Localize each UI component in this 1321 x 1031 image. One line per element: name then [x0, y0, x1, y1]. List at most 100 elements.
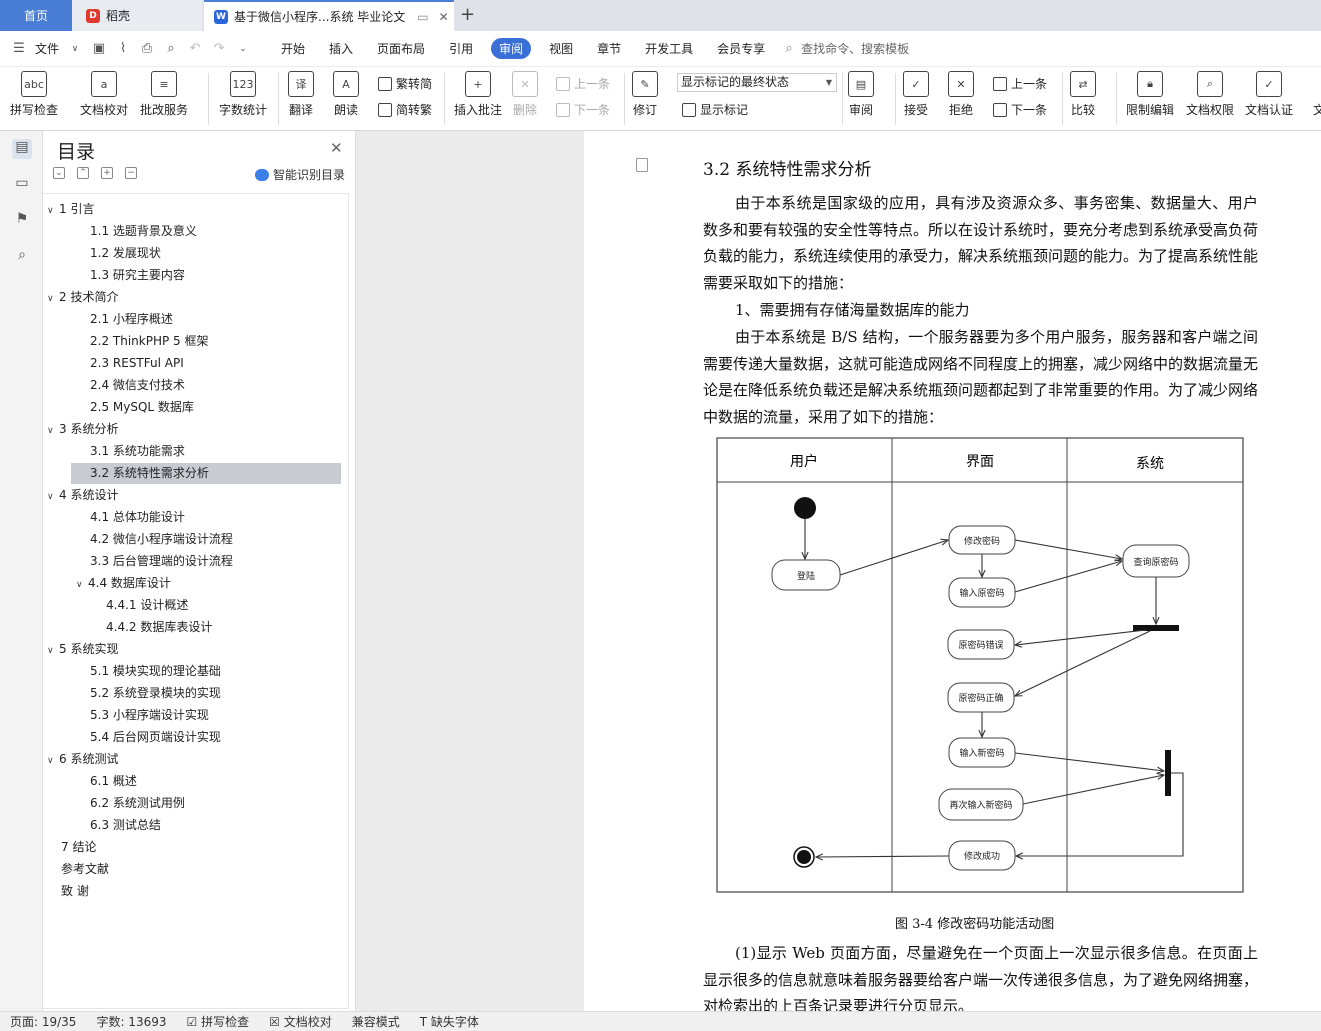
- chevron-down-icon[interactable]: ∨: [47, 289, 59, 310]
- toc-item[interactable]: 2.4 微信支付技术: [90, 375, 185, 396]
- reject-button[interactable]: ✕ 拒绝: [948, 71, 974, 118]
- toc-item[interactable]: 2.1 小程序概述: [90, 309, 173, 330]
- chevron-down-icon[interactable]: ∨: [47, 641, 59, 662]
- redo-icon[interactable]: ↷: [210, 41, 228, 56]
- toc-item[interactable]: 2.5 MySQL 数据库: [90, 397, 194, 418]
- compare-button[interactable]: ⇄ 比较: [1070, 71, 1096, 118]
- expand-up-icon[interactable]: ⌃: [77, 167, 89, 179]
- page-options-icon[interactable]: [636, 158, 648, 172]
- toc-pane-icon[interactable]: ▤: [12, 139, 32, 159]
- toc-item[interactable]: ∨ 4.4 数据库设计: [76, 573, 171, 594]
- window-icon[interactable]: ▭: [417, 10, 428, 24]
- undo-icon[interactable]: ↶: [186, 41, 204, 56]
- customize-icon[interactable]: ⌄: [234, 44, 252, 54]
- menu-layout[interactable]: 页面布局: [365, 40, 437, 57]
- toc-item[interactable]: 1.2 发展现状: [90, 243, 161, 264]
- chevron-down-icon[interactable]: ∨: [47, 487, 59, 508]
- trad-to-simp-button[interactable]: 繁转简: [378, 75, 432, 92]
- review-pane-button[interactable]: ▤ 审阅: [848, 71, 874, 118]
- print-preview-icon[interactable]: ⌕: [162, 41, 180, 56]
- simp-to-trad-button[interactable]: 简转繁: [378, 101, 432, 118]
- tab-home[interactable]: 首页: [0, 0, 72, 31]
- restrict-edit-button[interactable]: 🔒︎ 限制编辑: [1126, 71, 1174, 118]
- chevron-down-icon[interactable]: ∨: [47, 751, 59, 772]
- paragraph[interactable]: 由于本系统是国家级的应用，具有涉及资源众多、事务密集、数据量大、用户数多和要有较…: [703, 190, 1258, 296]
- toc-item[interactable]: 5.4 后台网页端设计实现: [90, 727, 221, 748]
- toc-item[interactable]: ∨ 3 系统分析: [47, 419, 118, 440]
- proofread-button[interactable]: a 文档校对: [80, 71, 128, 118]
- word-count-indicator[interactable]: 字数: 13693: [86, 1013, 176, 1030]
- chevron-down-icon[interactable]: ∨: [66, 44, 84, 54]
- toc-item[interactable]: 5.1 模块实现的理论基础: [90, 661, 221, 682]
- toc-item[interactable]: 3.2 系统特性需求分析: [71, 463, 341, 484]
- delete-comment-button[interactable]: ✕ 删除: [512, 71, 538, 118]
- proofread-status[interactable]: ☒ 文档校对: [259, 1013, 342, 1030]
- toc-item[interactable]: ∨ 5 系统实现: [47, 639, 118, 660]
- accept-button[interactable]: ✓ 接受: [903, 71, 929, 118]
- next-comment-button[interactable]: 下一条: [556, 101, 610, 118]
- toc-item[interactable]: 4.4.1 设计概述: [106, 595, 188, 616]
- save-icon[interactable]: ▣: [90, 41, 108, 56]
- spell-check-button[interactable]: abc 拼写检查: [10, 71, 58, 118]
- translate-button[interactable]: 译翻译: [288, 71, 314, 118]
- menu-start[interactable]: 开始: [269, 40, 317, 57]
- prev-change-button[interactable]: 上一条: [993, 75, 1047, 92]
- toc-item[interactable]: 4.1 总体功能设计: [90, 507, 185, 528]
- hamburger-icon[interactable]: ☰: [10, 41, 28, 56]
- toc-item[interactable]: 5.3 小程序端设计实现: [90, 705, 209, 726]
- toc-item[interactable]: 致 谢: [61, 881, 89, 902]
- section-heading[interactable]: 3.2 系统特性需求分析: [703, 155, 871, 180]
- toc-item[interactable]: 4.4.2 数据库表设计: [106, 617, 212, 638]
- toc-item[interactable]: 1.3 研究主要内容: [90, 265, 185, 286]
- toc-item[interactable]: 4.2 微信小程序端设计流程: [90, 529, 233, 550]
- toc-item[interactable]: 1.1 选题背景及意义: [90, 221, 197, 242]
- bookmark-icon[interactable]: ⚑: [12, 211, 32, 231]
- correction-service-button[interactable]: ≡ 批改服务: [140, 71, 188, 118]
- menu-view[interactable]: 视图: [537, 40, 585, 57]
- toc-item[interactable]: 6.2 系统测试用例: [90, 793, 185, 814]
- chevron-down-icon[interactable]: ∨: [47, 201, 59, 222]
- close-icon[interactable]: ✕: [439, 10, 449, 24]
- chevron-down-icon[interactable]: ∨: [76, 575, 88, 596]
- show-markup-button[interactable]: 显示标记: [682, 101, 748, 118]
- search-icon[interactable]: ⌕: [12, 247, 32, 267]
- markup-select[interactable]: 显示标记的最终状态 ▼: [677, 73, 837, 92]
- toc-item[interactable]: ∨ 4 系统设计: [47, 485, 118, 506]
- toc-item[interactable]: 6.1 概述: [90, 771, 137, 792]
- tab-document[interactable]: W 基于微信小程序...系统 毕业论文 ▭ ✕: [204, 0, 454, 31]
- print-icon[interactable]: ⎙: [138, 41, 156, 56]
- paragraph[interactable]: 由于本系统是 B/S 结构，一个服务器要为多个用户服务，服务器和客户端之间需要传…: [703, 324, 1258, 430]
- menu-reference[interactable]: 引用: [437, 40, 485, 57]
- prev-comment-button[interactable]: 上一条: [556, 75, 610, 92]
- toc-item[interactable]: 6.3 测试总结: [90, 815, 161, 836]
- chevron-down-icon[interactable]: ∨: [47, 421, 59, 442]
- menu-member[interactable]: 会员专享: [705, 40, 777, 57]
- menu-review[interactable]: 审阅: [491, 38, 532, 59]
- paragraph[interactable]: (1)显示 Web 页面方面，尽量避免在一个页面上一次显示很多信息。在页面上显示…: [703, 940, 1258, 1011]
- remove-heading-icon[interactable]: −: [125, 167, 137, 179]
- toc-item[interactable]: 参考文献: [61, 859, 109, 880]
- toc-item[interactable]: 2.3 RESTFul API: [90, 353, 184, 374]
- doc-rights-button[interactable]: ⌕ 文档权限: [1186, 71, 1234, 118]
- spell-check-status[interactable]: ☑ 拼写检查: [177, 1013, 260, 1030]
- page-indicator[interactable]: 页面: 19/35: [0, 1013, 86, 1030]
- insert-comment-button[interactable]: + 插入批注: [454, 71, 502, 118]
- track-changes-button[interactable]: ✎ 修订: [632, 71, 658, 118]
- menu-dev-tools[interactable]: 开发工具: [633, 40, 705, 57]
- toc-item[interactable]: 7 结论: [61, 837, 96, 858]
- toc-item[interactable]: 5.2 系统登录模块的实现: [90, 683, 221, 704]
- toc-item[interactable]: 3.1 系统功能需求: [90, 441, 185, 462]
- activity-diagram[interactable]: 用户 界面 系统 登陆 修改密码 输入原密码 查询原密码 原密码错误 原密码正确…: [716, 437, 1244, 893]
- menu-file[interactable]: 文件: [31, 40, 63, 57]
- toc-item[interactable]: ∨ 2 技术简介: [47, 287, 118, 308]
- more-button[interactable]: 文: [1306, 71, 1321, 118]
- toc-item[interactable]: 3.3 后台管理端的设计流程: [90, 551, 233, 572]
- word-count-button[interactable]: 123 字数统计: [219, 71, 267, 118]
- close-icon[interactable]: ✕: [330, 139, 343, 157]
- collapse-all-icon[interactable]: ⌄: [53, 167, 65, 179]
- next-change-button[interactable]: 下一条: [993, 101, 1047, 118]
- figure-caption[interactable]: 图 3-4 修改密码功能活动图: [895, 913, 1054, 932]
- command-search[interactable]: 查找命令、搜索模板: [801, 40, 909, 57]
- toc-item[interactable]: ∨ 6 系统测试: [47, 749, 118, 770]
- toc-item[interactable]: 2.2 ThinkPHP 5 框架: [90, 331, 208, 352]
